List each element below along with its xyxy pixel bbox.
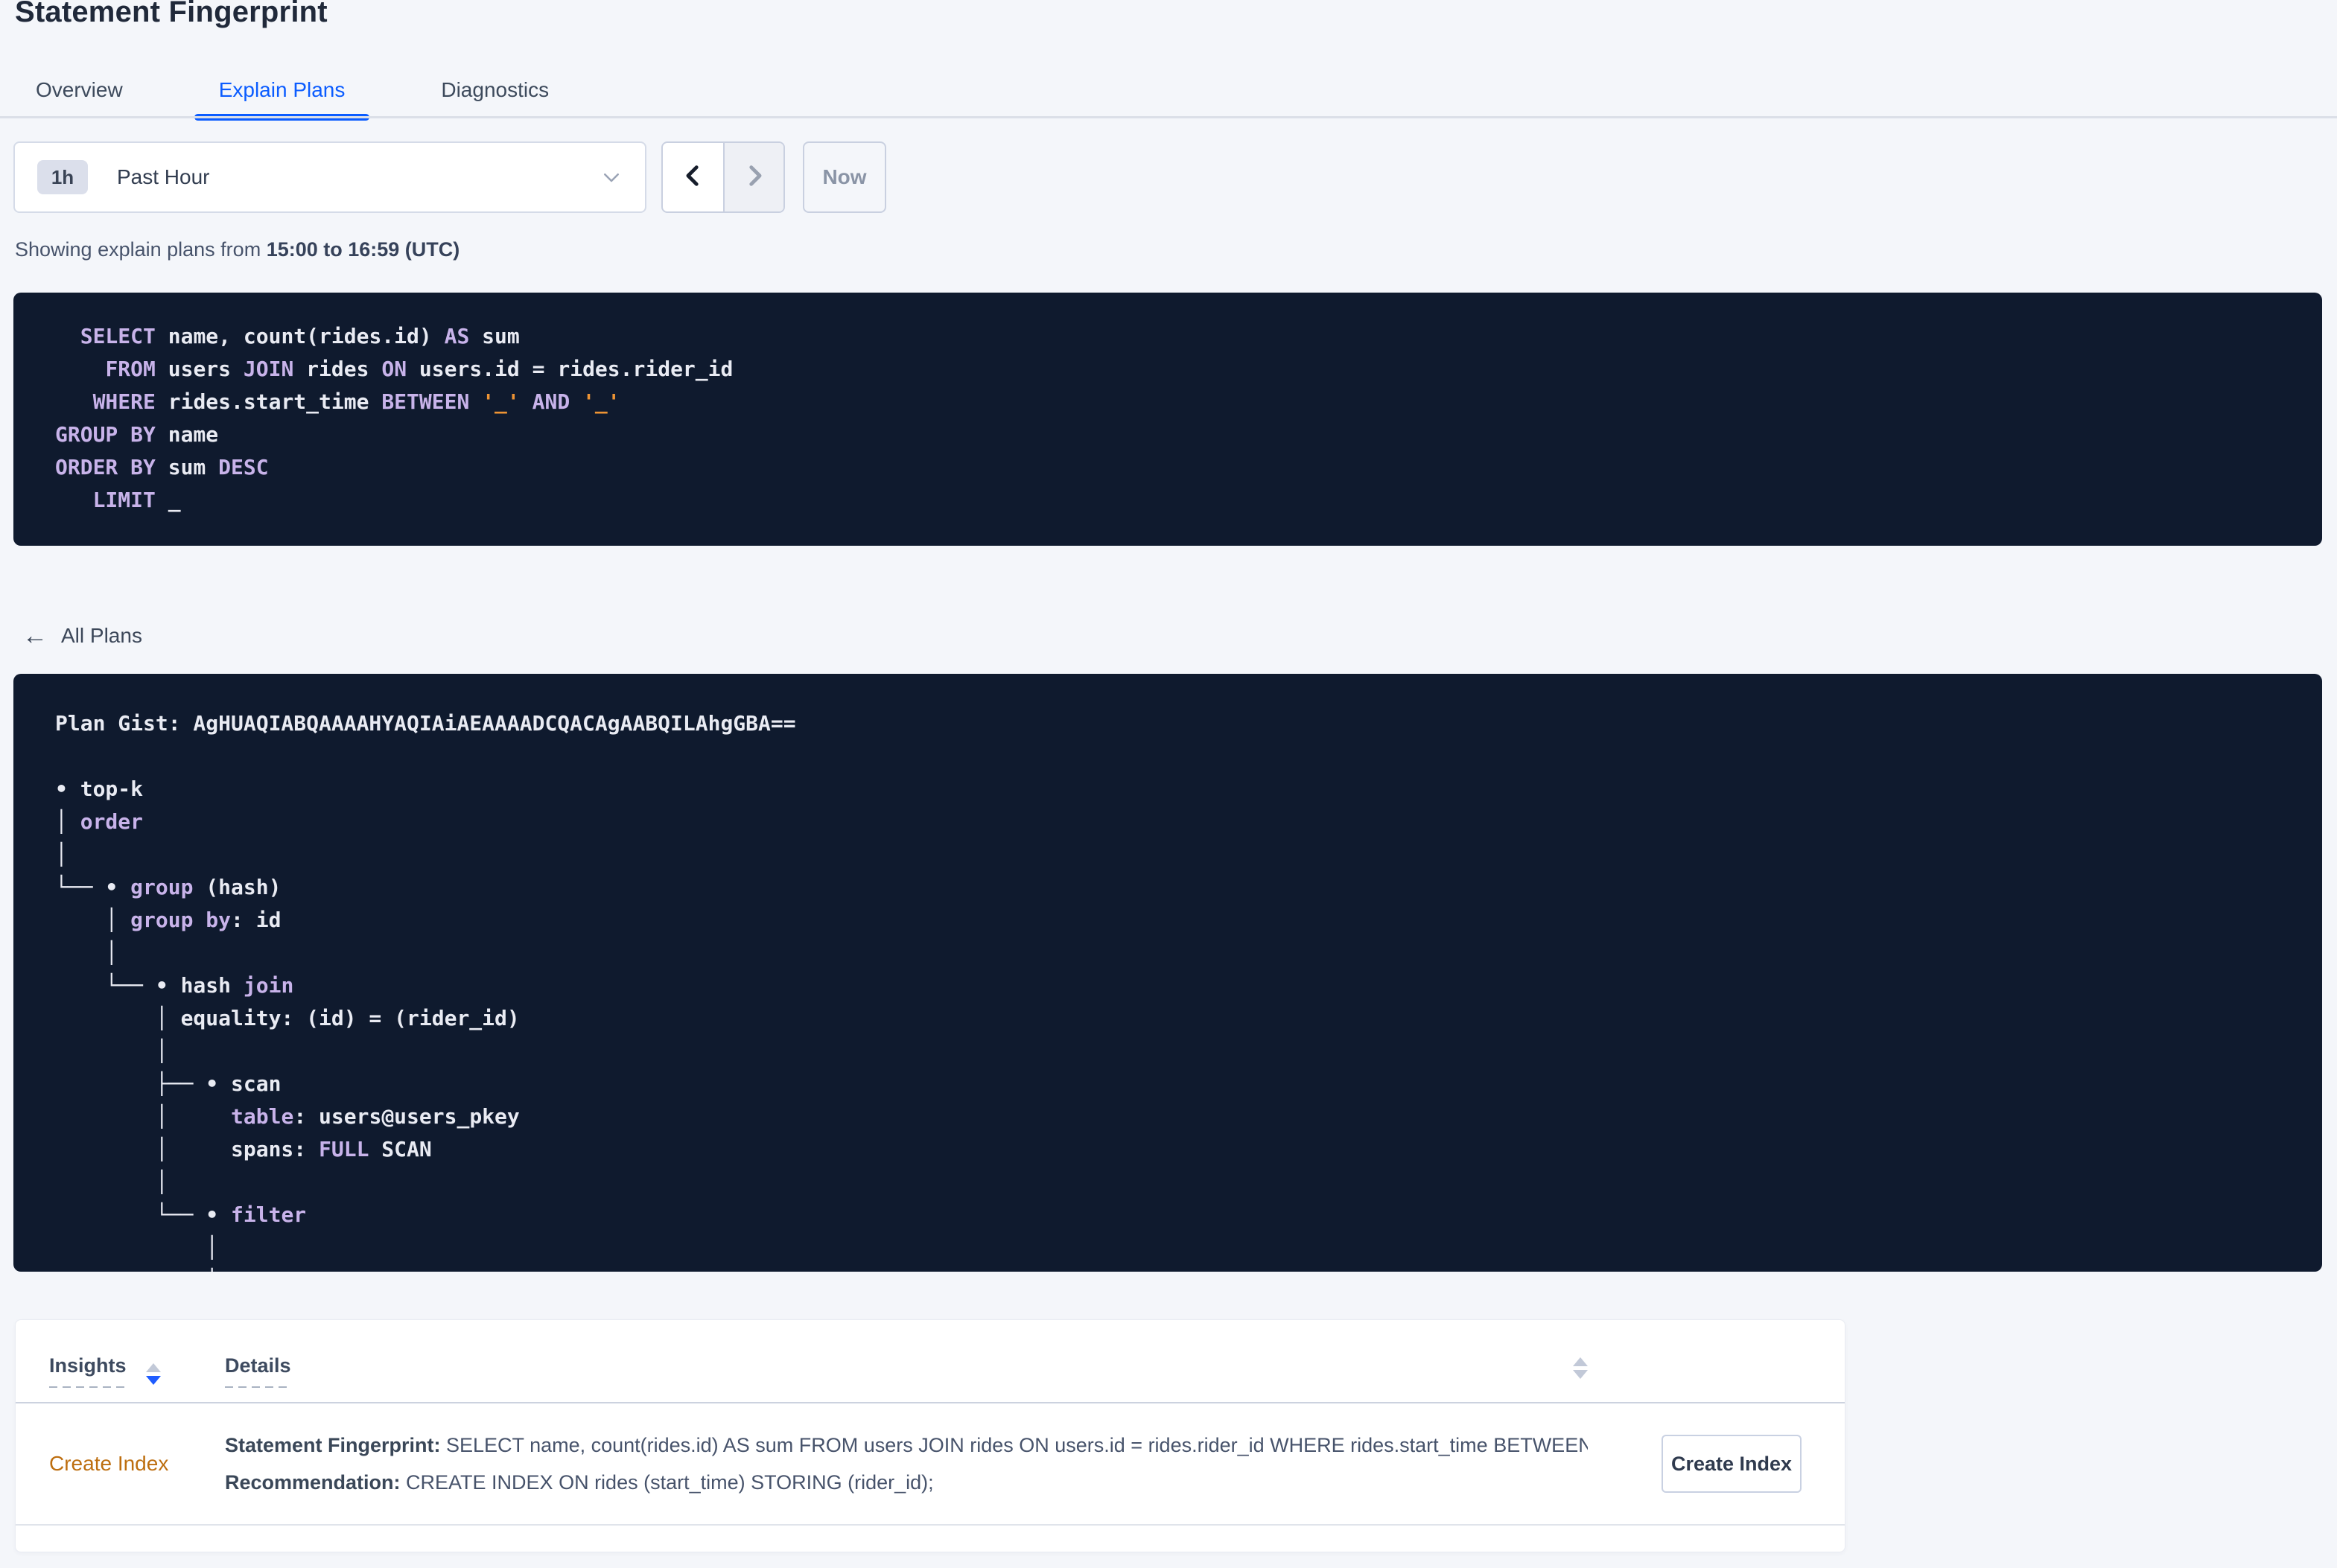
code-line: │ table: users@users_pkey — [55, 1104, 520, 1129]
sort-icon[interactable] — [145, 1363, 161, 1385]
code-line: LIMIT _ — [92, 488, 181, 512]
code-line: │ — [55, 1039, 168, 1063]
code-line: └── • group (hash) — [55, 875, 282, 899]
tab-overview[interactable]: Overview — [11, 64, 147, 116]
insights-column-label: Insights — [49, 1354, 127, 1388]
insights-panel: Insights Details Create Index Statement … — [15, 1319, 1845, 1552]
insights-table-header: Insights Details — [16, 1320, 1845, 1403]
time-window-nav — [661, 141, 785, 213]
code-line: │ order — [55, 809, 144, 834]
create-index-button[interactable]: Create Index — [1662, 1435, 1802, 1493]
insight-type-link[interactable]: Create Index — [49, 1452, 168, 1475]
time-range-badge: 1h — [37, 160, 88, 194]
statement-fingerprint-text: Statement Fingerprint: SELECT name, coun… — [225, 1434, 1588, 1456]
time-range-label: Past Hour — [117, 165, 210, 188]
statement-sql-box: SELECT name, count(rides.id) AS sum FROM… — [13, 293, 2322, 546]
code-line: • top-k — [55, 777, 144, 801]
column-header-details[interactable]: Details — [225, 1354, 1588, 1388]
time-range-value: 15:00 to 16:59 (UTC) — [266, 238, 460, 261]
code-line: │ — [55, 940, 118, 965]
previous-time-window-button[interactable] — [663, 143, 723, 211]
sort-up-arrow — [145, 1363, 161, 1372]
code-line: │ equality: (id) = (rider_id) — [55, 1006, 520, 1030]
chevron-right-icon — [742, 163, 767, 192]
table-row: Create Index Statement Fingerprint: SELE… — [16, 1403, 1845, 1526]
code-line: │ — [55, 1170, 168, 1194]
code-line: WHERE rides.start_time BETWEEN '_' AND '… — [92, 389, 620, 414]
code-line: └── • hash join — [55, 973, 294, 998]
code-line: ORDER BY sum DESC — [55, 455, 269, 479]
code-line: GROUP BY name — [55, 422, 219, 447]
tab-diagnostics[interactable]: Diagnostics — [416, 64, 573, 116]
column-header-insights[interactable]: Insights — [49, 1354, 225, 1388]
code-line: │ — [55, 1235, 219, 1260]
sort-up-arrow — [1573, 1357, 1588, 1366]
time-range-summary: Showing explain plans from 15:00 to 16:5… — [15, 238, 460, 261]
code-line: │ — [55, 842, 68, 867]
tab-bar-divider — [0, 116, 2337, 118]
back-arrow-icon: ← — [22, 622, 48, 650]
code-line: │ spans: FULL SCAN — [55, 1137, 432, 1161]
now-button[interactable]: Now — [803, 141, 886, 213]
details-column-label: Details — [225, 1354, 291, 1388]
code-line: FROM users JOIN rides ON users.id = ride… — [105, 357, 734, 381]
sort-down-arrow — [1573, 1370, 1588, 1379]
tab-bar: Overview Explain Plans Diagnostics — [11, 64, 620, 121]
back-to-all-plans-link[interactable]: ← All Plans — [22, 622, 142, 650]
sort-icon[interactable] — [1573, 1357, 1588, 1379]
insight-details-cell: Statement Fingerprint: SELECT name, coun… — [225, 1427, 1588, 1501]
chevron-down-icon — [600, 166, 623, 188]
code-line: │ group by: id — [55, 908, 282, 932]
chevron-left-icon — [681, 163, 706, 192]
explain-plan-box: Plan Gist: AgHUAQIABQAAAAHYAQIAiAEAAAADC… — [13, 674, 2322, 1272]
time-range-select[interactable]: 1h Past Hour — [13, 141, 646, 213]
code-line: └── • filter — [55, 1202, 307, 1227]
next-time-window-button[interactable] — [723, 143, 783, 211]
recommendation-text: Recommendation: CREATE INDEX ON rides (s… — [225, 1471, 934, 1494]
tab-explain-plans[interactable]: Explain Plans — [194, 64, 370, 121]
all-plans-label: All Plans — [61, 624, 142, 647]
sort-down-arrow — [145, 1376, 161, 1385]
code-line: │ — [55, 1264, 2292, 1272]
code-line: ├── • scan — [55, 1071, 282, 1096]
code-line: SELECT name, count(rides.id) AS sum — [80, 324, 520, 348]
page-title: Statement Fingerprint — [15, 0, 328, 28]
code-line: Plan Gist: AgHUAQIABQAAAAHYAQIAiAEAAAADC… — [55, 711, 796, 736]
